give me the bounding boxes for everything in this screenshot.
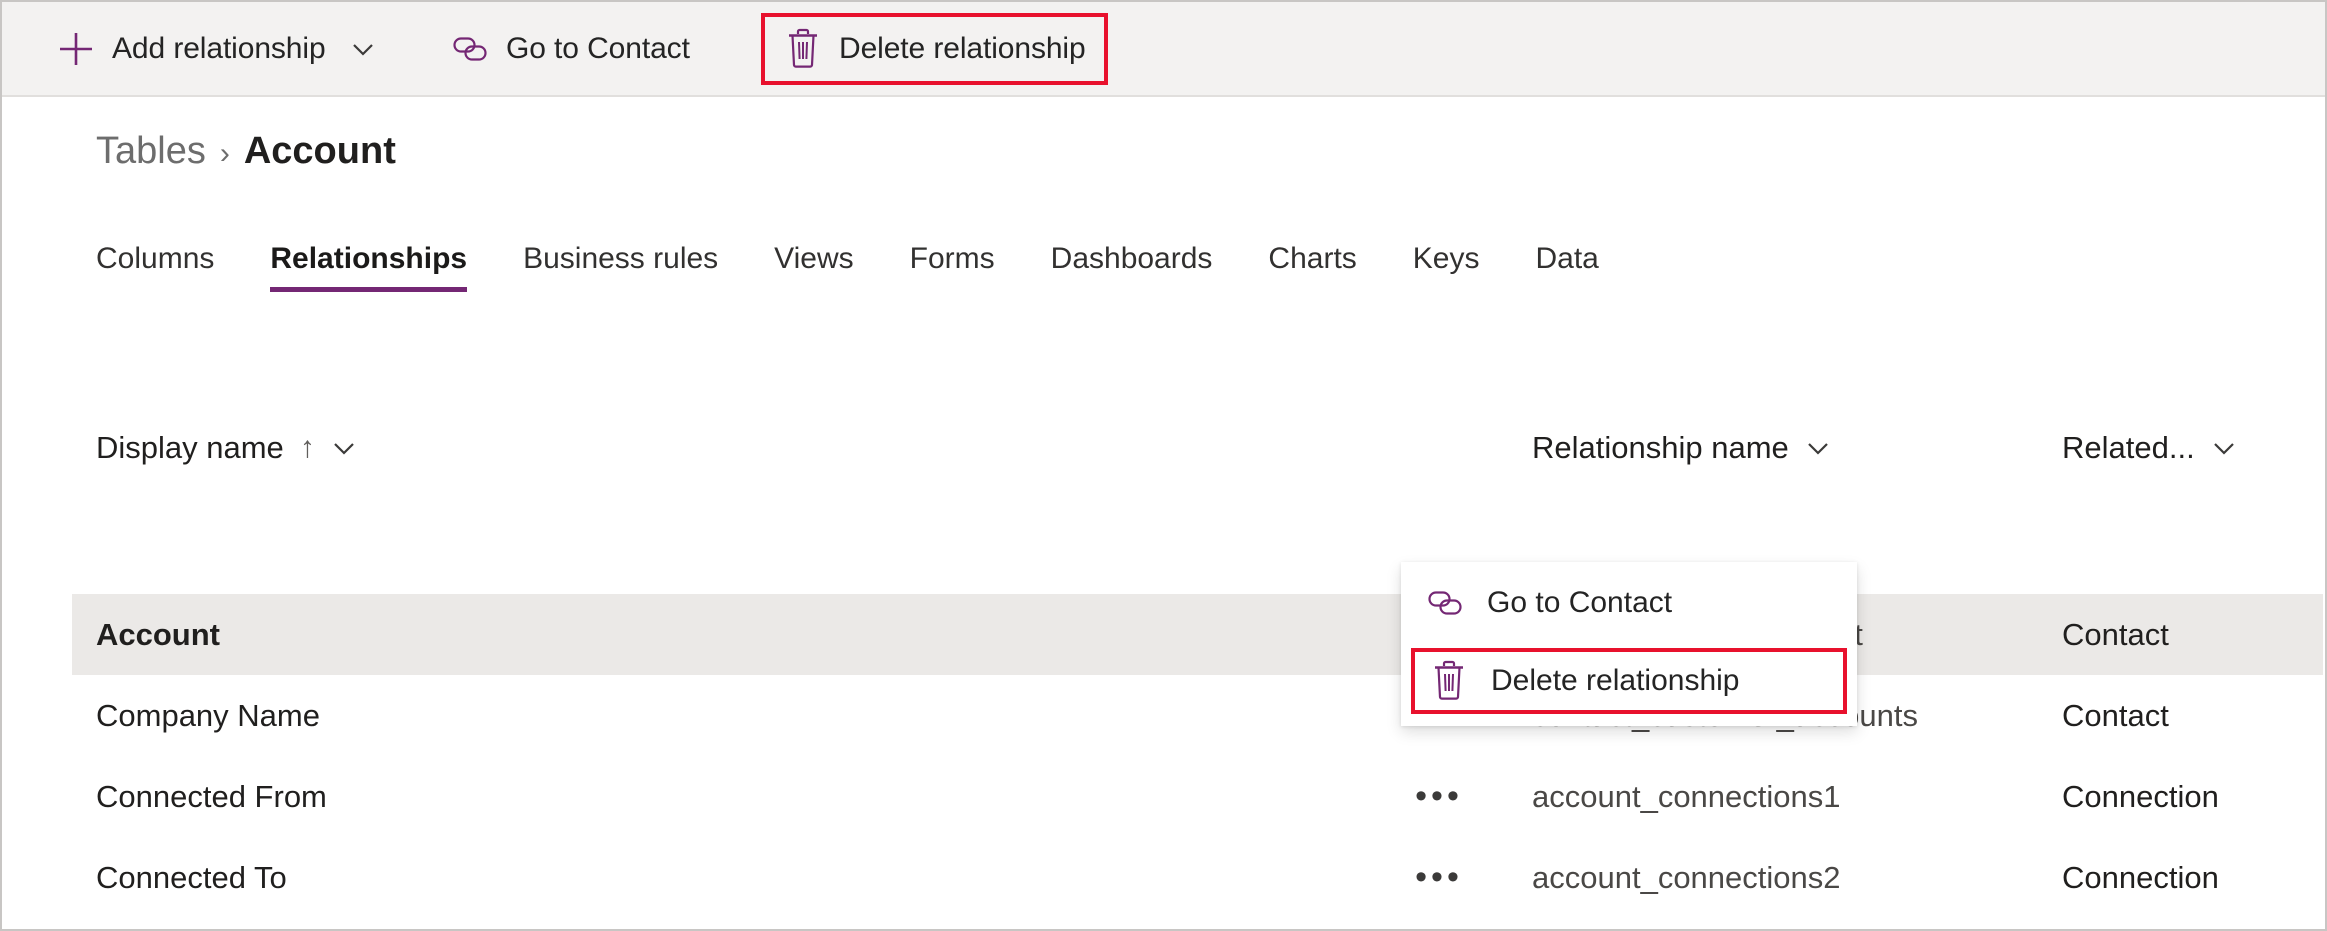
breadcrumb: Tables › Account bbox=[96, 130, 396, 173]
cell-related: Connection bbox=[2062, 778, 2219, 814]
cell-display-name: Connected From bbox=[96, 778, 327, 814]
page-title: Account bbox=[243, 130, 396, 172]
cell-relationship-name: account_connections2 bbox=[1532, 859, 1841, 895]
trash-icon bbox=[783, 28, 823, 70]
column-header-relationship-name[interactable]: Relationship name bbox=[1532, 402, 1833, 494]
table-row[interactable]: Connected To ••• account_connections2 Co… bbox=[72, 837, 2323, 918]
chevron-down-icon[interactable] bbox=[329, 433, 359, 463]
table-row[interactable]: Account ••• cr25d_Account_Contact Contac… bbox=[72, 594, 2323, 675]
row-context-menu: Go to Contact Delete relationship bbox=[1401, 562, 1857, 726]
cell-related: Contact bbox=[2062, 616, 2169, 652]
grid-header-row: Display name ↑ Relationship name Related bbox=[2, 402, 2325, 494]
delete-relationship-button[interactable]: Delete relationship bbox=[761, 13, 1108, 85]
chevron-down-icon[interactable] bbox=[1803, 433, 1833, 463]
cell-relationship-name: account_connections1 bbox=[1532, 778, 1841, 814]
row-more-options-icon[interactable]: ••• bbox=[1404, 918, 1474, 929]
table-row[interactable]: Connected From ••• account_connections1 … bbox=[72, 756, 2323, 837]
add-relationship-label: Add relationship bbox=[112, 32, 326, 65]
chevron-down-icon[interactable] bbox=[348, 34, 378, 64]
context-menu-item-delete-relationship[interactable]: Delete relationship bbox=[1411, 648, 1847, 714]
tab-relationships[interactable]: Relationships bbox=[242, 242, 495, 292]
trash-icon bbox=[1429, 660, 1469, 702]
go-to-contact-label: Go to Contact bbox=[506, 32, 690, 65]
relationship-link-icon bbox=[450, 29, 490, 69]
relationship-link-icon bbox=[1425, 583, 1465, 623]
column-header-related-label: Related... bbox=[2062, 430, 2195, 465]
tab-data[interactable]: Data bbox=[1507, 242, 1626, 292]
chevron-down-icon[interactable] bbox=[2209, 433, 2239, 463]
tab-business-rules[interactable]: Business rules bbox=[495, 242, 746, 292]
cell-display-name: Company Name bbox=[96, 697, 320, 733]
tab-keys[interactable]: Keys bbox=[1385, 242, 1508, 292]
command-bar: Add relationship Go to Contact Delete re… bbox=[2, 2, 2325, 97]
tab-dashboards[interactable]: Dashboards bbox=[1023, 242, 1241, 292]
column-header-relationship-name-label: Relationship name bbox=[1532, 430, 1789, 465]
tab-strip: Columns Relationships Business rules Vie… bbox=[96, 242, 1627, 292]
sort-ascending-icon: ↑ bbox=[299, 431, 315, 464]
tab-columns[interactable]: Columns bbox=[96, 242, 242, 292]
cell-display-name: Created By bbox=[96, 918, 251, 929]
context-menu-item-go-to-contact[interactable]: Go to Contact bbox=[1401, 572, 1857, 634]
row-more-options-icon[interactable]: ••• bbox=[1404, 837, 1474, 918]
plus-icon bbox=[56, 29, 96, 69]
tab-charts[interactable]: Charts bbox=[1240, 242, 1384, 292]
table-relationships-page: Add relationship Go to Contact Delete re… bbox=[0, 0, 2327, 931]
table-row[interactable]: Company Name ••• contact_customer_accoun… bbox=[72, 675, 2323, 756]
table-row[interactable]: Created By ••• lk_accountbase_createdby … bbox=[72, 918, 2323, 929]
context-menu-item-delete-relationship-label: Delete relationship bbox=[1491, 664, 1740, 697]
breadcrumb-separator-icon: › bbox=[219, 137, 230, 170]
tab-forms[interactable]: Forms bbox=[882, 242, 1023, 292]
column-header-display-name[interactable]: Display name ↑ bbox=[96, 402, 359, 494]
column-header-related[interactable]: Related... bbox=[2062, 402, 2239, 494]
add-relationship-button[interactable]: Add relationship bbox=[38, 13, 396, 85]
column-header-display-name-label: Display name bbox=[96, 430, 284, 465]
cell-display-name: Connected To bbox=[96, 859, 287, 895]
context-menu-item-go-to-contact-label: Go to Contact bbox=[1487, 586, 1673, 619]
cell-display-name: Account bbox=[96, 616, 220, 652]
tab-views[interactable]: Views bbox=[746, 242, 881, 292]
cell-related: Contact bbox=[2062, 697, 2169, 733]
row-more-options-icon[interactable]: ••• bbox=[1404, 756, 1474, 837]
cell-related: User bbox=[2062, 918, 2127, 929]
cell-relationship-name: lk_accountbase_createdby bbox=[1532, 918, 1901, 929]
relationships-grid: Display name ↑ Relationship name Related bbox=[2, 402, 2325, 929]
go-to-contact-button[interactable]: Go to Contact bbox=[432, 13, 708, 85]
cell-related: Connection bbox=[2062, 859, 2219, 895]
breadcrumb-tables-link[interactable]: Tables bbox=[96, 130, 206, 173]
delete-relationship-label: Delete relationship bbox=[839, 32, 1086, 65]
